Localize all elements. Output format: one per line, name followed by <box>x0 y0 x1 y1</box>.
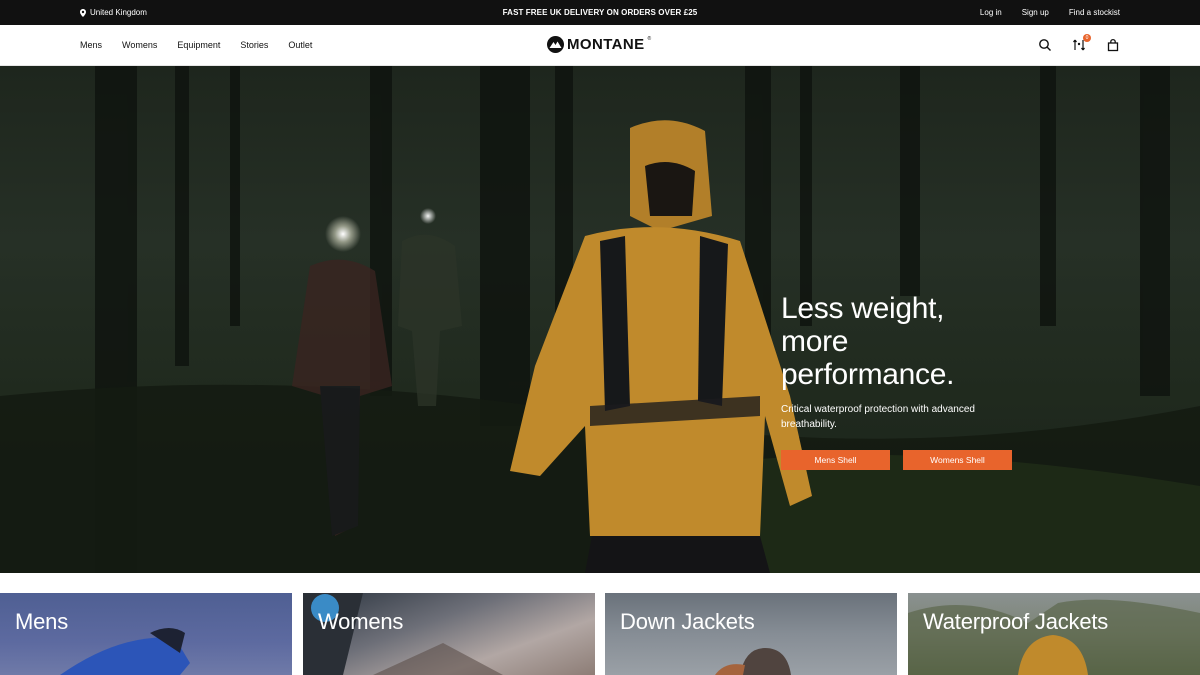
category-tile-womens[interactable]: Womens <box>303 593 595 675</box>
category-label: Waterproof Jackets <box>923 609 1109 634</box>
compare-button[interactable]: 0 <box>1072 34 1091 52</box>
nav-item-stories[interactable]: Stories <box>240 40 268 50</box>
top-bar: United Kingdom FAST FREE UK DELIVERY ON … <box>0 0 1200 25</box>
hero-title: Less weight, more performance. <box>781 292 1041 391</box>
hero-subtitle: Critical waterproof protection with adva… <box>781 404 975 430</box>
hero-copy: Less weight, more performance. Critical … <box>781 292 1041 432</box>
bag-button[interactable] <box>1106 38 1120 52</box>
login-link[interactable]: Log in <box>980 8 1002 17</box>
category-tile-waterproof-jackets[interactable]: Waterproof Jackets <box>908 593 1200 675</box>
montane-logo[interactable]: MONTANE ® <box>547 36 651 53</box>
location-pin-icon <box>80 8 86 17</box>
nav-item-outlet[interactable]: Outlet <box>288 40 312 50</box>
logo-wordmark: MONTANE <box>567 36 645 53</box>
nav-item-equipment[interactable]: Equipment <box>177 40 220 50</box>
womens-shell-button[interactable]: Womens Shell <box>903 450 1012 470</box>
hero-banner: Less weight, more performance. Critical … <box>0 66 1200 573</box>
compare-count-badge: 0 <box>1083 34 1091 42</box>
search-button[interactable] <box>1038 38 1052 52</box>
main-nav: Mens Womens Equipment Stories Outlet <box>80 40 312 50</box>
montane-mountain-icon <box>547 36 564 53</box>
hero-title-line: Less weight, <box>781 292 945 325</box>
hero-title-line: performance. <box>781 358 955 391</box>
hero-title-line: more <box>781 325 849 358</box>
location-selector[interactable]: United Kingdom <box>80 8 147 17</box>
category-tiles: Mens Womens Down Jackets Waterproof Jack… <box>0 593 1200 675</box>
category-label: Womens <box>318 609 404 634</box>
category-label: Down Jackets <box>620 609 755 634</box>
nav-item-mens[interactable]: Mens <box>80 40 102 50</box>
bag-icon <box>1107 38 1119 52</box>
category-tile-mens[interactable]: Mens <box>0 593 292 675</box>
signup-link[interactable]: Sign up <box>1022 8 1049 17</box>
promo-banner[interactable]: FAST FREE UK DELIVERY ON ORDERS OVER £25 <box>503 8 698 17</box>
location-label: United Kingdom <box>90 8 147 17</box>
nav-item-womens[interactable]: Womens <box>122 40 157 50</box>
category-tile-down-jackets[interactable]: Down Jackets <box>605 593 897 675</box>
logo-registered-mark: ® <box>647 35 652 42</box>
site-header: Mens Womens Equipment Stories Outlet MON… <box>0 25 1200 66</box>
search-icon <box>1039 39 1051 51</box>
mens-shell-button[interactable]: Mens Shell <box>781 450 890 470</box>
category-label: Mens <box>15 609 68 634</box>
find-stockist-link[interactable]: Find a stockist <box>1069 8 1120 17</box>
